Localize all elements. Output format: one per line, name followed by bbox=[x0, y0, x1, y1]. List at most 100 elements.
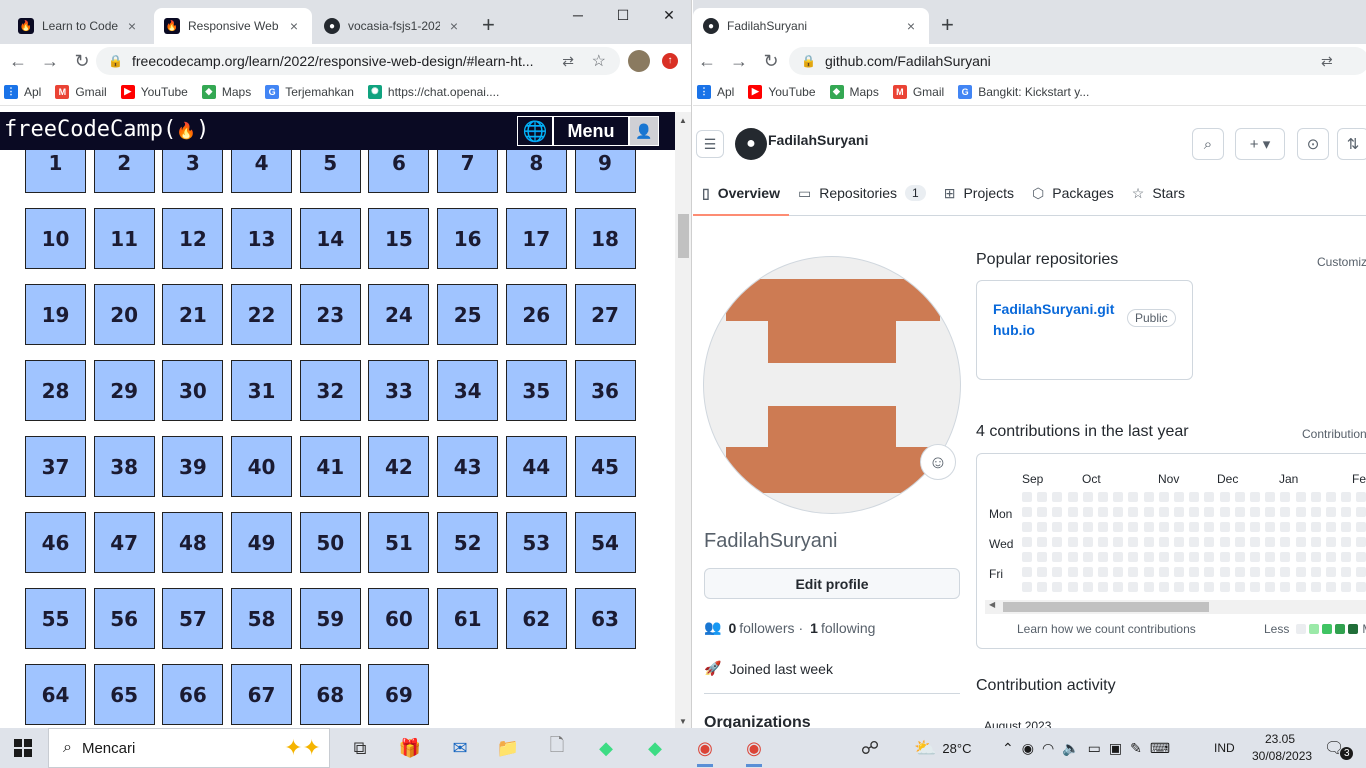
contribution-day[interactable] bbox=[1250, 567, 1260, 577]
new-tab-button[interactable]: + bbox=[941, 14, 954, 36]
scrollbar-thumb[interactable] bbox=[678, 214, 689, 258]
bookmark-gmail[interactable]: M Gmail bbox=[55, 84, 107, 99]
contribution-day[interactable] bbox=[1204, 552, 1215, 562]
contribution-day[interactable] bbox=[1189, 567, 1200, 577]
close-window-button[interactable]: ✕ bbox=[654, 4, 684, 28]
wifi-icon[interactable]: ◠ bbox=[1042, 740, 1062, 757]
following-count[interactable]: 1 bbox=[810, 620, 818, 636]
app-diamond-icon[interactable]: ◆ bbox=[592, 734, 620, 762]
contribution-day[interactable] bbox=[1204, 582, 1215, 592]
contribution-day[interactable] bbox=[1310, 582, 1321, 592]
contribution-day[interactable] bbox=[1189, 582, 1200, 592]
contribution-day[interactable] bbox=[1295, 567, 1306, 577]
contribution-day[interactable] bbox=[1189, 522, 1200, 532]
language-globe-button[interactable]: 🌐 bbox=[517, 116, 553, 146]
contribution-day[interactable] bbox=[1341, 567, 1352, 577]
keyboard-icon[interactable]: ⌨ bbox=[1150, 740, 1178, 757]
tab-overview[interactable]: ▯ Overview bbox=[693, 170, 789, 216]
set-status-button[interactable]: ☺ bbox=[920, 444, 956, 480]
mail-icon[interactable]: ✉ bbox=[446, 734, 474, 762]
contribution-day[interactable] bbox=[1265, 567, 1276, 577]
contribution-day[interactable] bbox=[1234, 567, 1245, 577]
contribution-day[interactable] bbox=[1113, 507, 1124, 517]
contribution-day[interactable] bbox=[1280, 507, 1291, 517]
contribution-day[interactable] bbox=[1022, 567, 1032, 577]
contribution-day[interactable] bbox=[1128, 492, 1139, 502]
contribution-day[interactable] bbox=[1295, 552, 1306, 562]
app-diamond-icon-2[interactable]: ◆ bbox=[641, 734, 669, 762]
contribution-day[interactable] bbox=[1082, 582, 1093, 592]
contribution-day[interactable] bbox=[1143, 492, 1154, 502]
contribution-day[interactable] bbox=[1265, 552, 1276, 562]
chrome-profile-icon[interactable]: ◉ bbox=[740, 734, 768, 767]
contribution-day[interactable] bbox=[1341, 522, 1352, 532]
contribution-day[interactable] bbox=[1098, 522, 1108, 532]
contribution-day[interactable] bbox=[1082, 522, 1093, 532]
contribution-day[interactable] bbox=[1143, 582, 1154, 592]
contribution-day[interactable] bbox=[1174, 537, 1184, 547]
contribution-day[interactable] bbox=[1052, 507, 1063, 517]
contribution-day[interactable] bbox=[1219, 522, 1230, 532]
contribution-day[interactable] bbox=[1219, 537, 1230, 547]
contribution-day[interactable] bbox=[1037, 537, 1048, 547]
contribution-day[interactable] bbox=[1022, 522, 1032, 532]
contribution-day[interactable] bbox=[1022, 552, 1032, 562]
learn-contributions-link[interactable]: Learn how we count contributions bbox=[1017, 622, 1196, 636]
contribution-day[interactable] bbox=[1280, 582, 1291, 592]
contribution-day[interactable] bbox=[1250, 552, 1260, 562]
tab-close-icon[interactable]: × bbox=[124, 18, 140, 34]
translate-icon[interactable]: ⇄ bbox=[1321, 53, 1333, 70]
tab-close-icon[interactable]: × bbox=[446, 18, 462, 34]
pen-icon[interactable]: ✎ bbox=[1130, 740, 1150, 757]
contribution-day[interactable] bbox=[1341, 492, 1352, 502]
contribution-day[interactable] bbox=[1250, 537, 1260, 547]
contribution-day[interactable] bbox=[1219, 507, 1230, 517]
contribution-day[interactable] bbox=[1204, 567, 1215, 577]
contribution-day[interactable] bbox=[1158, 492, 1169, 502]
address-bar[interactable]: 🔒 freecodecamp.org/learn/2022/responsive… bbox=[96, 47, 620, 75]
contribution-day[interactable] bbox=[1326, 537, 1336, 547]
contribution-day[interactable] bbox=[1265, 537, 1276, 547]
tab-stars[interactable]: ☆ Stars bbox=[1123, 170, 1194, 216]
contribution-day[interactable] bbox=[1280, 567, 1291, 577]
contribution-day[interactable] bbox=[1082, 537, 1093, 547]
notification-center[interactable]: 🗨 3 bbox=[1324, 728, 1354, 768]
volume-icon[interactable]: 🔈 bbox=[1062, 740, 1087, 757]
contribution-day[interactable] bbox=[1295, 507, 1306, 517]
profile-avatar[interactable] bbox=[628, 50, 650, 72]
contribution-day[interactable] bbox=[1082, 507, 1093, 517]
contribution-day[interactable] bbox=[1037, 522, 1048, 532]
fcc-logo[interactable]: freeCodeCamp(🔥) bbox=[4, 117, 209, 142]
contribution-day[interactable] bbox=[1326, 492, 1336, 502]
contribution-day[interactable] bbox=[1052, 552, 1063, 562]
contribution-day[interactable] bbox=[1052, 537, 1063, 547]
scrollbar-thumb[interactable] bbox=[1003, 602, 1209, 612]
contribution-day[interactable] bbox=[1204, 537, 1215, 547]
tab-vocasia[interactable]: ● vocasia-fsjs1-2023 × bbox=[314, 8, 472, 44]
contribution-day[interactable] bbox=[1280, 492, 1291, 502]
contribution-day[interactable] bbox=[1204, 522, 1215, 532]
contribution-day[interactable] bbox=[1234, 492, 1245, 502]
tab-projects[interactable]: ⊞ Projects bbox=[935, 170, 1023, 216]
contribution-day[interactable] bbox=[1022, 492, 1032, 502]
contribution-day[interactable] bbox=[1113, 582, 1124, 592]
contribution-day[interactable] bbox=[1128, 537, 1139, 547]
reload-button[interactable]: ↻ bbox=[757, 47, 785, 75]
contribution-day[interactable] bbox=[1356, 537, 1366, 547]
repo-link[interactable]: FadilahSuryani.github.io bbox=[993, 299, 1118, 341]
contribution-day[interactable] bbox=[1113, 567, 1124, 577]
contribution-day[interactable] bbox=[1067, 492, 1078, 502]
contribution-day[interactable] bbox=[1356, 522, 1366, 532]
reload-button[interactable]: ↻ bbox=[68, 47, 96, 75]
contribution-day[interactable] bbox=[1280, 552, 1291, 562]
input-language[interactable]: IND bbox=[1214, 728, 1235, 768]
contribution-day[interactable] bbox=[1067, 552, 1078, 562]
contribution-day[interactable] bbox=[1326, 552, 1336, 562]
gift-icon[interactable]: 🎁 bbox=[396, 734, 424, 762]
contribution-day[interactable] bbox=[1067, 567, 1078, 577]
contribution-day[interactable] bbox=[1037, 552, 1048, 562]
contribution-day[interactable] bbox=[1158, 582, 1169, 592]
contribution-day[interactable] bbox=[1174, 582, 1184, 592]
contribution-day[interactable] bbox=[1326, 582, 1336, 592]
forward-button[interactable]: → bbox=[36, 47, 64, 75]
